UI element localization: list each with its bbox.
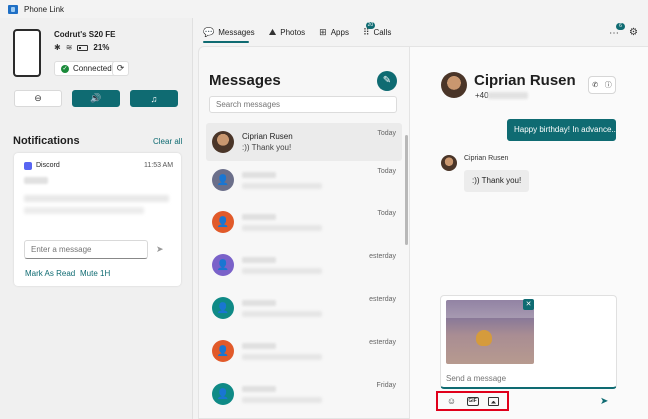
title-bar: Phone Link (0, 0, 648, 18)
messages-title: Messages (209, 72, 281, 89)
do-not-disturb-button[interactable]: ⊖ (14, 90, 62, 107)
conversation-item[interactable]: 👤 esterday (206, 332, 402, 370)
photos-icon: ⛰ (268, 27, 277, 37)
blurred-sender (24, 177, 48, 184)
send-icon[interactable]: ➤ (156, 244, 164, 255)
conversation-time: Friday (376, 382, 396, 389)
scrollbar[interactable] (405, 135, 408, 245)
conversation-time: esterday (369, 339, 396, 346)
person-icon: 👤 (212, 383, 234, 405)
person-icon: 👤 (212, 297, 234, 319)
conversation-item[interactable]: 👤 Today (206, 203, 402, 241)
connection-label: Connected (73, 64, 112, 73)
close-icon[interactable]: ✕ (523, 299, 534, 310)
phone-icon[interactable]: ✆ (592, 81, 598, 89)
phone-image (13, 29, 41, 77)
notifications-title: Notifications (13, 135, 80, 147)
received-sender: Ciprian Rusen (464, 155, 509, 162)
new-message-button[interactable]: ✎ (377, 71, 397, 91)
send-icon[interactable]: ➤ (600, 396, 608, 407)
gear-icon[interactable]: ⚙ (629, 27, 638, 38)
music-button[interactable]: ♫ (130, 90, 178, 107)
phone-link-app-icon (8, 4, 18, 14)
calls-badge: 20 (365, 22, 375, 29)
tab-apps[interactable]: ⊞ Apps (319, 27, 349, 38)
battery-icon (77, 44, 89, 51)
contact-name: Ciprian Rusen (474, 72, 576, 89)
blurred-text (24, 207, 144, 214)
person-icon: 👤 (212, 340, 234, 362)
conversation-time: Today (377, 130, 396, 137)
person-icon: 👤 (212, 169, 234, 191)
conversation-item[interactable]: 👤 esterday (206, 289, 402, 327)
tab-calls[interactable]: ⠿ 20 Calls (363, 22, 392, 38)
avatar (212, 131, 234, 153)
avatar (441, 155, 457, 171)
tab-messages[interactable]: 💬 Messages (203, 27, 255, 43)
sent-message: Happy birthday! In advance... (507, 119, 616, 141)
notification-time: 11:53 AM (144, 162, 174, 169)
conversation-item[interactable]: 👤 esterday (206, 246, 402, 284)
tab-label: Photos (280, 28, 306, 37)
battery-level: 21% (93, 43, 110, 52)
person-icon: 👤 (212, 254, 234, 276)
conversation-item[interactable]: Ciprian Rusen :)) Thank you! Today (206, 123, 402, 161)
device-status: ✱ ≋ 21% (54, 43, 109, 52)
send-message-input[interactable] (446, 372, 611, 385)
tab-label: Messages (218, 28, 255, 37)
conversation-panel: Ciprian Rusen +40 ✆ ⓘ Happy birthday! In… (410, 46, 648, 419)
gif-button[interactable]: GIF (466, 396, 479, 407)
mark-as-read-link[interactable]: Mark As Read (25, 269, 75, 278)
messages-panel: Messages ✎ Ciprian Rusen :)) Thank you! … (198, 46, 410, 419)
check-icon: ✓ (61, 64, 69, 73)
active-tab-indicator (203, 41, 249, 43)
wifi-icon: ≋ (65, 43, 73, 52)
notification-app: Discord (36, 162, 60, 169)
blurred-number (488, 92, 528, 99)
image-button[interactable] (488, 396, 500, 407)
emoji-icon[interactable]: ☺ (446, 396, 458, 407)
search-messages-input[interactable] (209, 96, 397, 113)
conversation-time: Today (377, 210, 396, 217)
compose-tools-highlight: ☺ GIF (436, 391, 509, 411)
info-icon[interactable]: ⓘ (605, 80, 612, 90)
call-info-button[interactable]: ✆ ⓘ (588, 76, 616, 94)
tab-label: Apps (330, 28, 349, 37)
conversation-time: Today (377, 168, 396, 175)
notification-card[interactable]: Discord 11:53 AM ➤ Mark As Read Mute 1H (14, 153, 181, 286)
clear-all-link[interactable]: Clear all (153, 137, 182, 146)
left-panel: Codrut's S20 FE ✱ ≋ 21% ✓ Connected ⟳ ⊖ … (0, 18, 193, 419)
gif-icon: GIF (466, 396, 479, 406)
contact-avatar (441, 72, 467, 98)
received-message: :)) Thank you! (464, 170, 530, 192)
refresh-button[interactable]: ⟳ (112, 61, 129, 76)
person-icon: 👤 (212, 211, 234, 233)
conversation-item[interactable]: 👤 Friday (206, 375, 402, 413)
compose-box: ✕ (440, 295, 617, 389)
window-title: Phone Link (24, 4, 65, 14)
mute-link[interactable]: Mute 1H (80, 269, 110, 278)
conversation-preview: :)) Thank you! (242, 143, 292, 152)
conversation-time: esterday (369, 253, 396, 260)
tab-photos[interactable]: ⛰ Photos (269, 27, 305, 38)
contact-number: +40 (475, 91, 489, 100)
image-icon (488, 396, 499, 406)
discord-icon (24, 162, 32, 170)
main-tabs: 💬 Messages ⛰ Photos ⊞ Apps ⠿ 20 Calls (203, 22, 392, 43)
conversation-name: Ciprian Rusen (242, 132, 293, 141)
apps-icon: ⊞ (319, 27, 327, 37)
quick-actions: ⊖ 🔊 ♫ (14, 90, 178, 107)
tab-label: Calls (373, 28, 392, 37)
sound-button[interactable]: 🔊 (72, 90, 120, 107)
connection-status: ✓ Connected (54, 61, 119, 76)
bluetooth-icon: ✱ (54, 43, 61, 52)
chat-icon: 💬 (203, 27, 215, 37)
notification-reply-input[interactable] (24, 240, 148, 259)
blurred-text (24, 195, 169, 202)
notifications-badge: 6 (616, 23, 625, 30)
conversation-item[interactable]: 👤 Today (206, 161, 402, 199)
attached-image (446, 300, 534, 364)
conversation-time: esterday (369, 296, 396, 303)
device-name: Codrut's S20 FE (54, 30, 116, 39)
